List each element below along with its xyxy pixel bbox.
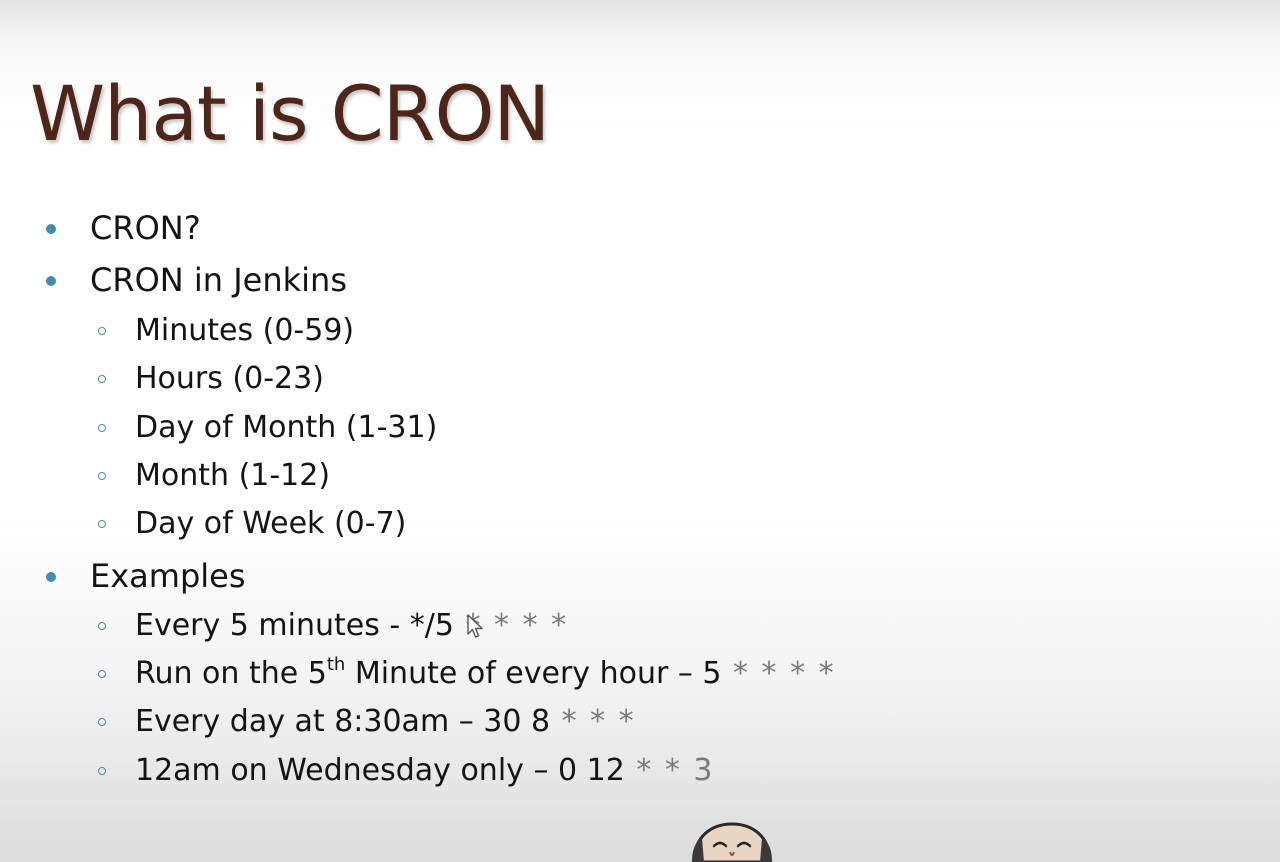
slide-title: What is CRON xyxy=(30,69,550,158)
mouse-pointer-icon xyxy=(467,614,483,638)
cron-expression: * * * xyxy=(550,704,636,739)
sub-bullet-ring-icon xyxy=(98,424,106,432)
sub-bullet-ring-icon xyxy=(98,327,106,335)
bullet-text: CRON? xyxy=(90,209,201,247)
example-label-rest: Minute of every hour – xyxy=(345,656,703,691)
example-label: 12am on Wednesday only – xyxy=(135,753,558,788)
cron-expression: * * 3 xyxy=(624,753,715,788)
jenkins-mascot-icon xyxy=(692,822,772,862)
ordinal-suffix: th xyxy=(326,654,346,675)
example-text: Every day at 8:30am – 30 8 * * * xyxy=(135,700,636,744)
bullet-dot-icon xyxy=(46,224,56,234)
bullet-dot-icon xyxy=(46,276,56,286)
bullet-text: CRON in Jenkins xyxy=(90,261,347,299)
example-text: Every 5 minutes - */5 * * * * xyxy=(135,604,568,648)
example-label: Run on the 5 xyxy=(135,656,327,691)
example-label: Every day at 8:30am – xyxy=(135,704,484,739)
sub-bullet-ring-icon xyxy=(98,375,106,383)
bullet-text: Examples xyxy=(90,557,246,595)
example-text: Run on the 5th Minute of every hour – 5 … xyxy=(135,652,836,696)
sub-bullet-text: Day of Month (1-31) xyxy=(135,410,438,445)
sub-bullet-ring-icon xyxy=(98,767,106,775)
sub-bullet-text: Minutes (0-59) xyxy=(135,313,355,348)
example-label: Every 5 minutes - xyxy=(135,608,410,643)
cron-expression: * * * * xyxy=(721,656,836,691)
sub-bullet-ring-icon xyxy=(98,622,106,630)
sub-bullet-ring-icon xyxy=(98,670,106,678)
bullet-dot-icon xyxy=(46,572,56,582)
example-text: 12am on Wednesday only – 0 12 * * 3 xyxy=(135,749,714,793)
sub-bullet-ring-icon xyxy=(98,718,106,726)
sub-bullet-ring-icon xyxy=(98,472,106,480)
cron-expression-lead: */5 xyxy=(409,608,454,643)
sub-bullet-text: Month (1-12) xyxy=(135,458,331,493)
sub-bullet-text: Day of Week (0-7) xyxy=(135,506,407,541)
sub-bullet-text: Hours (0-23) xyxy=(135,361,324,396)
cron-expression-lead: 30 8 xyxy=(483,704,551,739)
sub-bullet-ring-icon xyxy=(98,520,106,528)
cron-expression-lead: 5 xyxy=(702,656,722,691)
cron-expression-lead: 0 12 xyxy=(557,753,625,788)
